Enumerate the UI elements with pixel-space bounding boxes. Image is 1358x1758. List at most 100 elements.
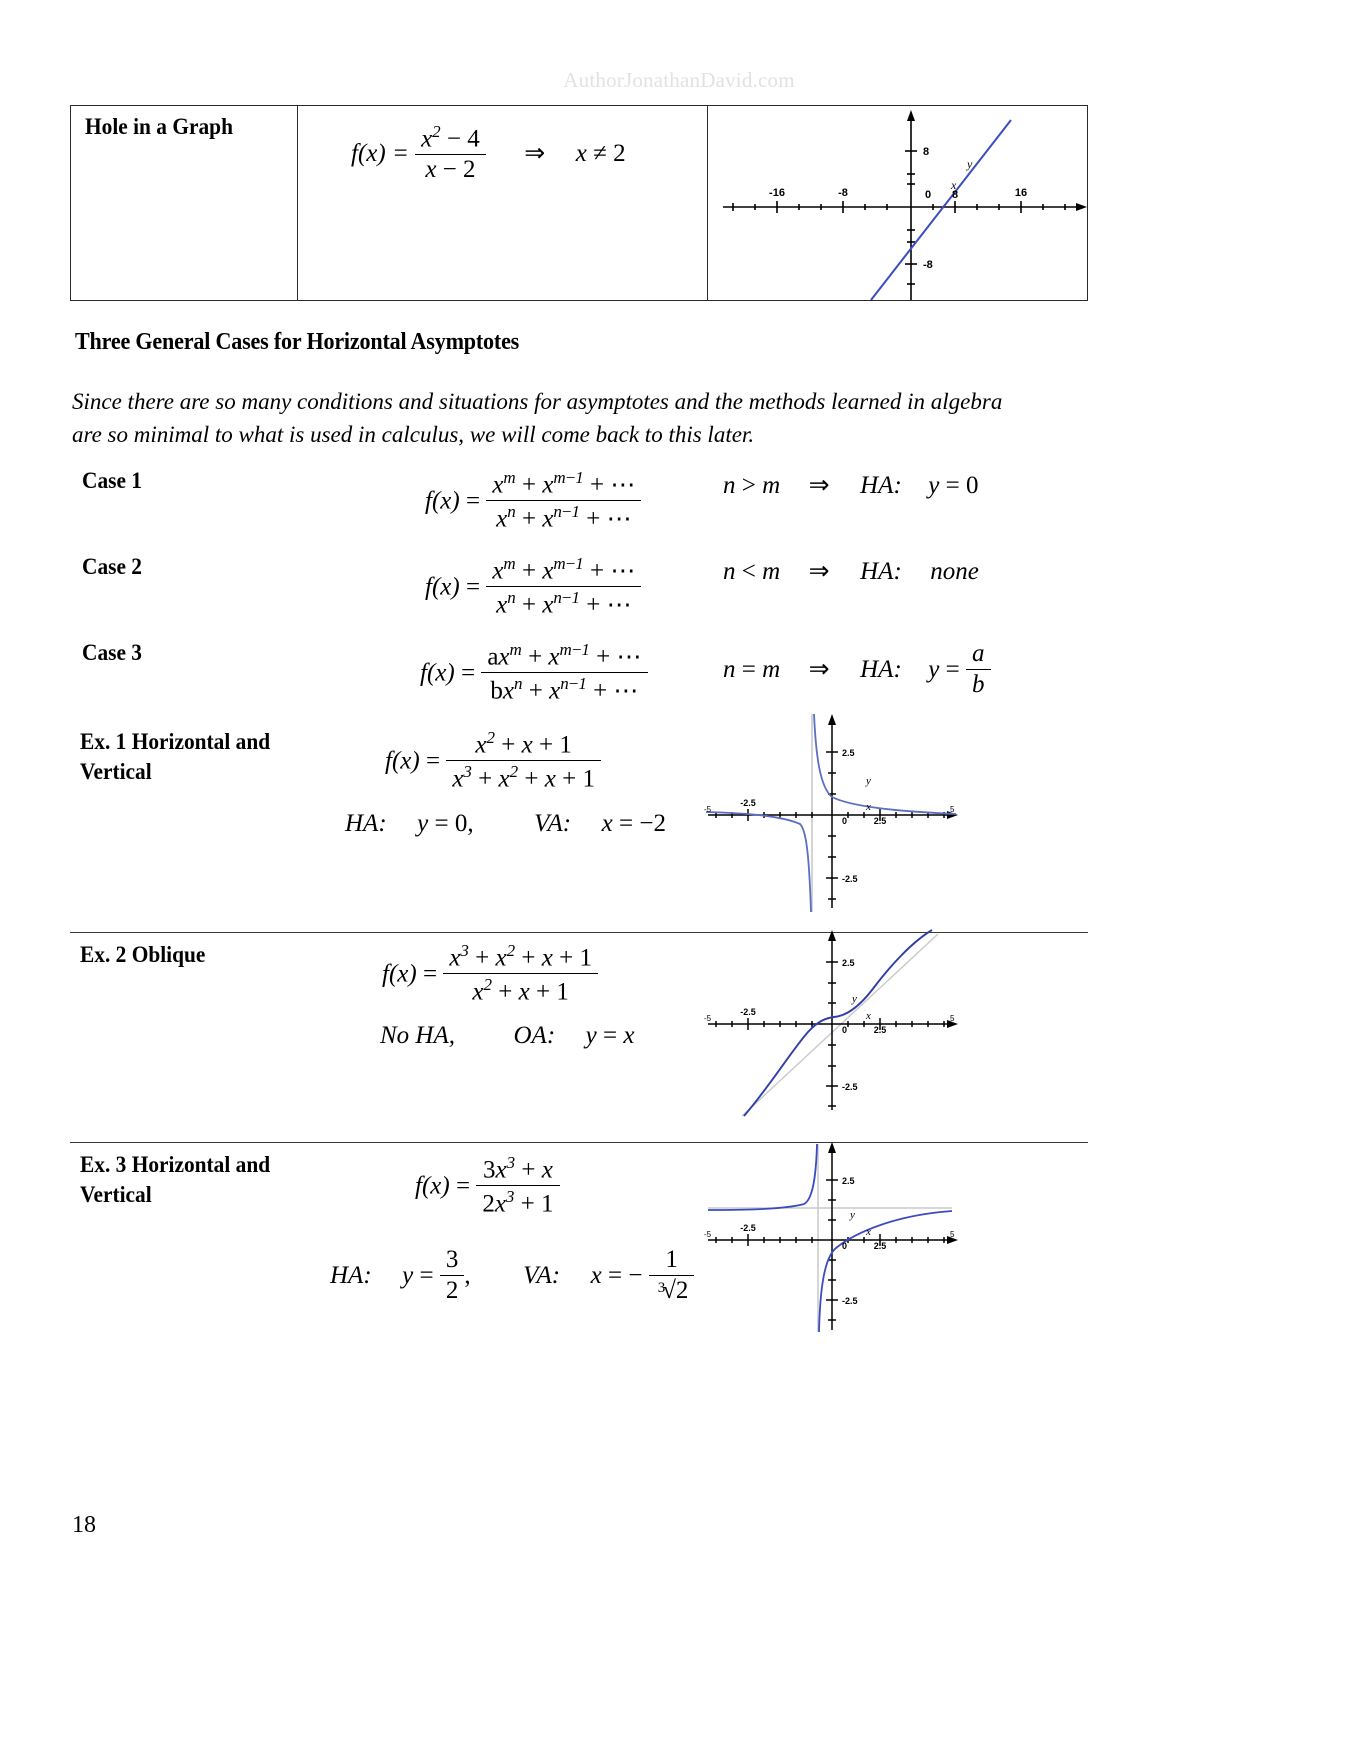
case-1-ha-label: HA: — [860, 472, 902, 499]
example-3-plot: -5 -2.5 0 2.5 5 2.5 -2.5 x y — [700, 1140, 990, 1340]
case-3-ha-label: HA: — [860, 656, 902, 684]
case-3-numerator: axm + xm−1 + ⋯ — [487, 640, 642, 671]
example-3-result: HA: y = 32, VA: x = − 1 3√2 — [330, 1246, 695, 1307]
svg-text:-5: -5 — [704, 1014, 712, 1023]
example-1-va-value: x = −2 — [601, 810, 666, 837]
example-3-ha-label: HA: — [330, 1262, 372, 1290]
svg-text:-5: -5 — [704, 1230, 712, 1239]
svg-text:-16: -16 — [769, 187, 785, 199]
case-1-numerator: xm + xm−1 + ⋯ — [492, 468, 636, 499]
svg-text:2.5: 2.5 — [874, 816, 887, 826]
example-1-plot: -5 -2.5 0 2.5 5 2.5 -2.5 x y — [700, 712, 990, 922]
svg-text:0: 0 — [842, 816, 847, 826]
svg-text:-5: -5 — [704, 805, 712, 814]
table-divider-2 — [707, 106, 708, 300]
implies-symbol: ⇒ — [524, 139, 546, 167]
case-2-numerator: xm + xm−1 + ⋯ — [492, 554, 636, 585]
case-3-denominator: bxn + xn−1 + ⋯ — [481, 672, 648, 705]
example-1-va-label: VA: — [534, 810, 572, 837]
case-3-condition: n = m — [723, 656, 781, 684]
case-2-denominator: xn + xn−1 + ⋯ — [486, 586, 642, 619]
paragraph-line-1: Since there are so many conditions and s… — [72, 389, 1003, 414]
svg-text:2.5: 2.5 — [842, 748, 855, 758]
example-3-lhs: f(x) = — [415, 1172, 471, 1200]
case-2-ha-value: none — [930, 558, 979, 585]
svg-text:y: y — [849, 1209, 855, 1221]
svg-text:2.5: 2.5 — [842, 958, 855, 968]
case-2-fraction: xm + xm−1 + ⋯ xn + xn−1 + ⋯ — [486, 554, 642, 620]
svg-text:0: 0 — [842, 1025, 847, 1035]
hole-in-graph-plot: -16 -8 0 8 16 8 -8 x y — [711, 106, 1089, 300]
formula-numerator: x2 − 4 — [421, 122, 480, 153]
case-1-implies: ⇒ — [808, 472, 830, 499]
example-1-label: Ex. 1 Horizontal and Vertical — [80, 729, 271, 784]
example-2-oa-label: OA: — [513, 1022, 556, 1049]
example-3-ha-value: y = 32, — [402, 1246, 471, 1304]
svg-text:y: y — [966, 157, 973, 171]
section-paragraph: Since there are so many conditions and s… — [72, 385, 1122, 451]
example-3-denominator: 2x3 + 1 — [476, 1185, 560, 1218]
svg-text:x: x — [950, 178, 957, 192]
svg-text:-2.5: -2.5 — [842, 874, 858, 884]
svg-text:x: x — [865, 801, 871, 813]
case-2-condition: n < m — [723, 558, 781, 585]
svg-text:2.5: 2.5 — [842, 1176, 855, 1186]
svg-text:2.5: 2.5 — [874, 1025, 887, 1035]
svg-text:0: 0 — [842, 1241, 847, 1251]
case-2-formula: f(x) = xm + xm−1 + ⋯ xn + xn−1 + ⋯ — [425, 554, 642, 622]
svg-text:y: y — [865, 775, 871, 787]
case-3-implies: ⇒ — [808, 656, 830, 684]
case-2-condition-row: n < m ⇒ HA: none — [723, 556, 979, 586]
formula-fraction: x2 − 4 x − 2 — [415, 122, 486, 184]
example-3-fraction: 3x3 + x 2x3 + 1 — [476, 1153, 560, 1219]
svg-text:8: 8 — [923, 146, 929, 158]
case-1-fraction: xm + xm−1 + ⋯ xn + xn−1 + ⋯ — [486, 468, 642, 534]
case-1-label: Case 1 — [82, 468, 143, 493]
section-heading: Three General Cases for Horizontal Asymp… — [75, 329, 520, 355]
example-2-ha-label: No HA, — [380, 1022, 455, 1049]
page-number: 18 — [72, 1512, 96, 1538]
case-2-label: Case 2 — [82, 554, 143, 579]
svg-text:y: y — [851, 993, 857, 1005]
example-1-result: HA: y = 0, VA: x = −2 — [345, 810, 666, 838]
case-3-condition-row: n = m ⇒ HA: y = ab — [723, 640, 991, 701]
svg-text:x: x — [865, 1010, 871, 1022]
case-3-fraction: axm + xm−1 + ⋯ bxn + xn−1 + ⋯ — [481, 640, 648, 706]
example-3-numerator: 3x3 + x — [483, 1153, 553, 1184]
svg-text:-2.5: -2.5 — [740, 1007, 756, 1017]
case-3-lhs: f(x) = — [420, 659, 476, 687]
case-3-label: Case 3 — [82, 640, 143, 665]
formula-denominator: x − 2 — [415, 154, 486, 184]
example-1-ha-value: y = 0, — [417, 810, 474, 837]
example-2-numerator: x3 + x2 + x + 1 — [449, 941, 592, 972]
example-1-fraction: x2 + x + 1 x3 + x2 + x + 1 — [446, 728, 601, 794]
svg-text:0: 0 — [925, 189, 931, 201]
case-3-formula: f(x) = axm + xm−1 + ⋯ bxn + xn−1 + ⋯ — [420, 640, 648, 708]
document-page: AuthorJonathanDavid.com Hole in a Graph … — [0, 0, 1358, 1758]
example-2-result: No HA, OA: y = x — [380, 1022, 634, 1050]
case-1-formula: f(x) = xm + xm−1 + ⋯ xn + xn−1 + ⋯ — [425, 468, 642, 536]
svg-text:-2.5: -2.5 — [740, 1223, 756, 1233]
case-2-lhs: f(x) = — [425, 573, 481, 601]
example-2-formula: f(x) = x3 + x2 + x + 1 x2 + x + 1 — [382, 941, 598, 1009]
svg-text:-2.5: -2.5 — [842, 1082, 858, 1092]
svg-text:x: x — [865, 1226, 871, 1238]
hole-in-graph-formula: f(x) = x2 − 4 x − 2 ⇒ x ≠ 2 — [351, 122, 626, 186]
example-2-oa-value: y = x — [585, 1022, 635, 1049]
example-1-numerator: x2 + x + 1 — [475, 728, 572, 759]
svg-text:16: 16 — [1015, 187, 1027, 199]
svg-text:-2.5: -2.5 — [842, 1296, 858, 1306]
hole-in-graph-table: Hole in a Graph f(x) = x2 − 4 x − 2 ⇒ x … — [70, 105, 1088, 301]
case-1-condition-row: n > m ⇒ HA: y = 0 — [723, 470, 979, 500]
hole-condition: x ≠ 2 — [575, 139, 626, 167]
hole-in-graph-label: Hole in a Graph — [85, 114, 233, 139]
case-1-ha-value: y = 0 — [928, 472, 979, 499]
watermark: AuthorJonathanDavid.com — [563, 68, 795, 92]
example-3-label: Ex. 3 Horizontal and Vertical — [80, 1152, 271, 1207]
example-1-lhs: f(x) = — [385, 747, 441, 775]
case-3-ha-value: y = ab — [928, 640, 991, 698]
example-1-formula: f(x) = x2 + x + 1 x3 + x2 + x + 1 — [385, 728, 601, 796]
case-2-ha-label: HA: — [860, 558, 902, 585]
case-1-lhs: f(x) = — [425, 487, 481, 515]
svg-text:5: 5 — [950, 805, 955, 814]
